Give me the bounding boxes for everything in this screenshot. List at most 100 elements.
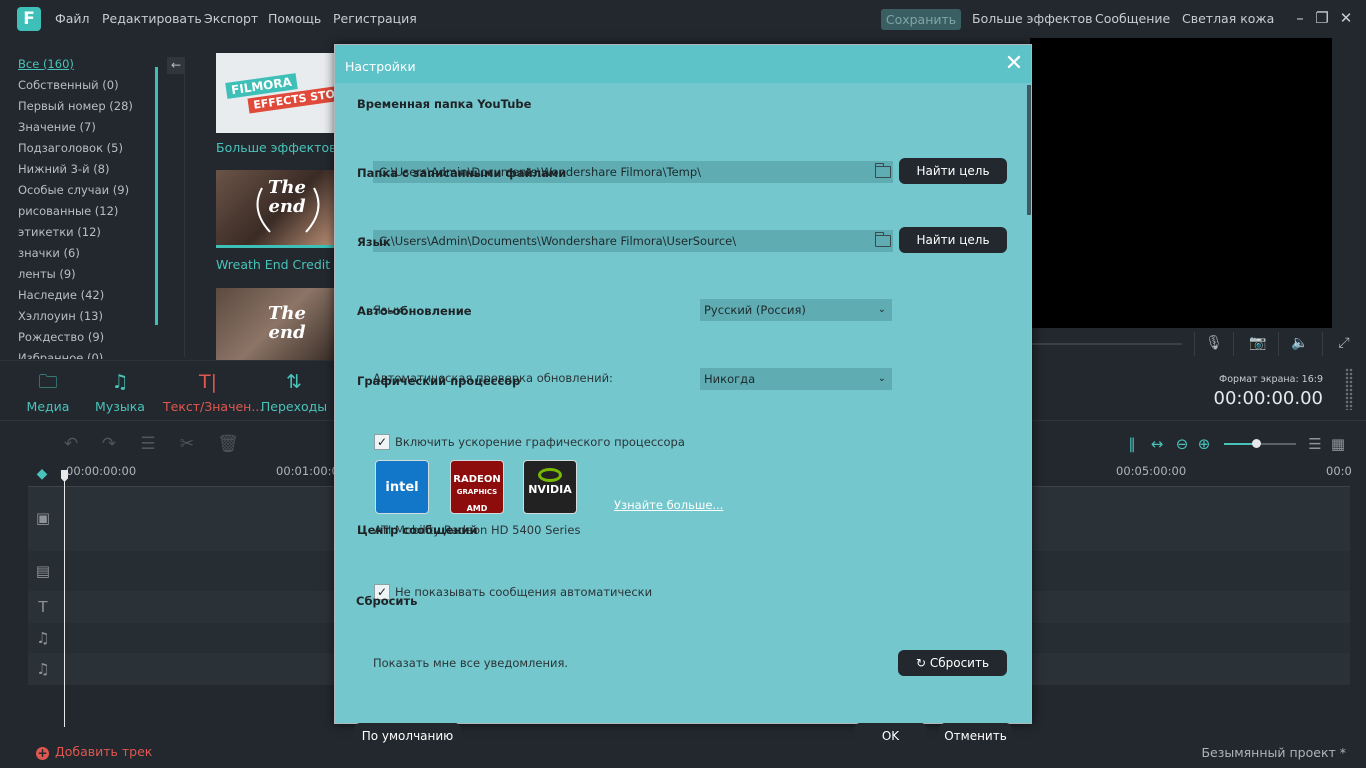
category-item[interactable]: значки (6) [18,246,158,267]
ruler-tick: 00:00:00:00 [66,464,137,478]
category-item[interactable]: Подзаголовок (5) [18,141,158,162]
zoom-in-icon[interactable]: ⊕ [1194,434,1214,454]
maximize-icon[interactable]: ❐ [1314,9,1330,27]
more-effects-link[interactable]: Больше эффектов [972,11,1092,26]
section-title: Папка с записанными файлами [357,166,567,180]
collapse-arrow-icon[interactable]: ← [167,57,185,74]
ruler-tick: 00:01:00:0 [276,464,339,478]
category-item[interactable]: Первый номер (28) [18,99,158,120]
section-title: Язык [357,235,391,249]
learn-more-link[interactable]: Узнайте больше... [614,498,723,512]
category-item[interactable]: Хэллоуин (13) [18,309,158,330]
cancel-button[interactable]: Отменить [939,723,1012,749]
tab-label: Музыка [95,399,145,414]
messages-link[interactable]: Сообщение [1095,11,1170,26]
plus-icon: + [36,746,49,760]
folder-icon[interactable] [874,163,891,178]
undo-icon[interactable]: ↶ [60,433,82,455]
reset-button[interactable]: ↻ Сбросить [898,650,1007,676]
category-item[interactable]: Нижний 3-й (8) [18,162,158,183]
menu-export[interactable]: Экспорт [204,11,258,26]
wreath-end-credit-thumbnail[interactable]: The end [216,170,334,248]
fit-icon[interactable]: ↔ [1147,434,1167,454]
preview-window[interactable] [1030,38,1332,328]
minimize-icon[interactable]: – [1292,9,1308,27]
add-track-button[interactable]: + Добавить трек [36,744,152,760]
redo-icon[interactable]: ↷ [98,433,120,455]
category-scrollbar[interactable] [155,67,158,325]
adjust-icon[interactable]: ☰ [137,433,159,455]
divider [184,57,185,357]
audio-mixer-icon[interactable]: ∥ [1122,434,1142,454]
ruler-tick: 00:0 [1326,464,1352,478]
menu-file[interactable]: Файл [55,11,90,26]
playhead[interactable] [64,474,65,727]
intel-logo: intel [375,460,429,514]
menu-help[interactable]: Помощь [268,11,321,26]
resize-handle[interactable] [1345,368,1353,410]
save-button[interactable]: Сохранить [881,9,961,30]
tab-text[interactable]: T| Текст/Значен... [163,370,264,414]
gpu-acceleration-label: Включить ускорение графического процессо… [395,435,685,449]
amd-line: GRAPHICS [456,488,498,496]
chevron-down-icon: ⌄ [877,304,886,315]
hide-messages-label: Не показывать сообщения автоматически [395,585,653,599]
nvidia-logo: NVIDIA [523,460,577,514]
recorded-folder-field[interactable]: C:\Users\Admin\Documents\Wondershare Fil… [373,230,893,252]
category-item[interactable]: этикетки (12) [18,225,158,246]
menu-register[interactable]: Регистрация [333,11,417,26]
folder-icon[interactable] [874,232,891,247]
amd-line: RADEON [453,474,501,485]
tab-label: Текст/Значен... [163,399,264,414]
language-value: Русский (Россия) [704,303,806,317]
category-item[interactable]: ленты (9) [18,267,158,288]
tab-label: Переходы [260,399,328,414]
fullscreen-icon[interactable]: ⤢ [1335,334,1353,352]
category-item[interactable]: Особые случаи (9) [18,183,158,204]
section-title: Сбросить [356,594,418,608]
language-select[interactable]: Русский (Россия) ⌄ [700,299,892,321]
zoom-slider-knob[interactable] [1252,439,1261,448]
gpu-acceleration-checkbox[interactable]: ✓ [374,434,390,450]
transition-icon: ⇅ [286,371,302,393]
skin-link[interactable]: Светлая кожа [1182,11,1274,26]
browse-recorded-button[interactable]: Найти цель [899,227,1007,253]
category-item[interactable]: рисованные (12) [18,204,158,225]
default-button[interactable]: По умолчанию [354,723,461,749]
cut-icon[interactable]: ✂ [176,433,198,455]
category-item[interactable]: Все (160) [18,57,158,78]
microphone-icon[interactable]: 🎙 [1205,334,1223,352]
text-icon: T [38,598,48,616]
category-item[interactable]: Значение (7) [18,120,158,141]
list-view-icon[interactable]: ☰ [1305,434,1325,454]
close-icon[interactable]: ✕ [1003,53,1025,75]
category-item[interactable]: Избранное (0) [18,351,158,359]
thumbnail-label[interactable]: Больше эффектов [216,140,336,155]
preview-progress[interactable] [1030,343,1182,345]
effects-store-thumbnail[interactable]: FILMORA EFFECTS STORE [216,53,334,133]
tab-music[interactable]: ♫ Музыка [75,370,165,414]
amd-radeon-logo: RADEON GRAPHICS AMD [450,460,504,514]
nvidia-eye-icon [538,468,562,482]
autoupdate-select[interactable]: Никогда ⌄ [700,368,892,390]
delete-icon[interactable]: 🗑 [217,433,239,455]
ok-button[interactable]: OK [854,723,927,749]
camera-icon[interactable]: 📷 [1249,334,1267,352]
end-credit-thumbnail[interactable]: The end [216,288,334,360]
zoom-out-icon[interactable]: ⊖ [1172,434,1192,454]
menu-edit[interactable]: Редактировать [102,11,202,26]
category-item[interactable]: Рождество (9) [18,330,158,351]
category-item[interactable]: Собственный (0) [18,78,158,99]
snap-icon[interactable]: ◆ [31,463,53,485]
volume-icon[interactable]: 🔈 [1291,334,1309,352]
thumbnail-label[interactable]: Wreath End Credit [216,257,330,272]
tab-transitions[interactable]: ⇅ Переходы [249,370,339,414]
category-item[interactable]: Наследие (42) [18,288,158,309]
browse-youtube-button[interactable]: Найти цель [899,158,1007,184]
grid-view-icon[interactable]: ▦ [1328,434,1348,454]
refresh-icon: ↻ [915,656,930,670]
text-icon: T| [198,371,217,393]
close-icon[interactable]: ✕ [1338,9,1354,27]
app-logo: F [17,7,41,31]
amd-line: AMD [466,504,488,513]
